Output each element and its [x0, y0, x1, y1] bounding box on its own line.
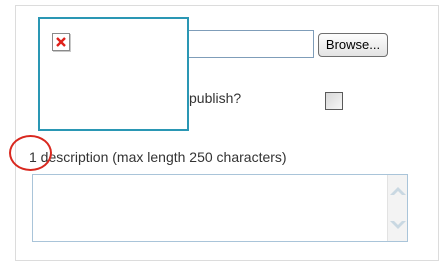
file-path-input[interactable]: [188, 30, 314, 58]
highlight-annotation: [9, 135, 52, 171]
chevron-up-icon[interactable]: [388, 176, 407, 208]
textarea-scrollbar[interactable]: [387, 175, 407, 241]
publish-checkbox[interactable]: [325, 92, 343, 110]
image-preview: [38, 17, 189, 131]
broken-image-icon: [52, 33, 70, 51]
description-label: 1 description (max length 250 characters…: [29, 149, 287, 165]
chevron-down-icon[interactable]: [388, 208, 407, 240]
publish-label: publish?: [189, 90, 242, 106]
description-textarea[interactable]: [32, 174, 408, 242]
browse-button[interactable]: Browse...: [318, 33, 388, 57]
